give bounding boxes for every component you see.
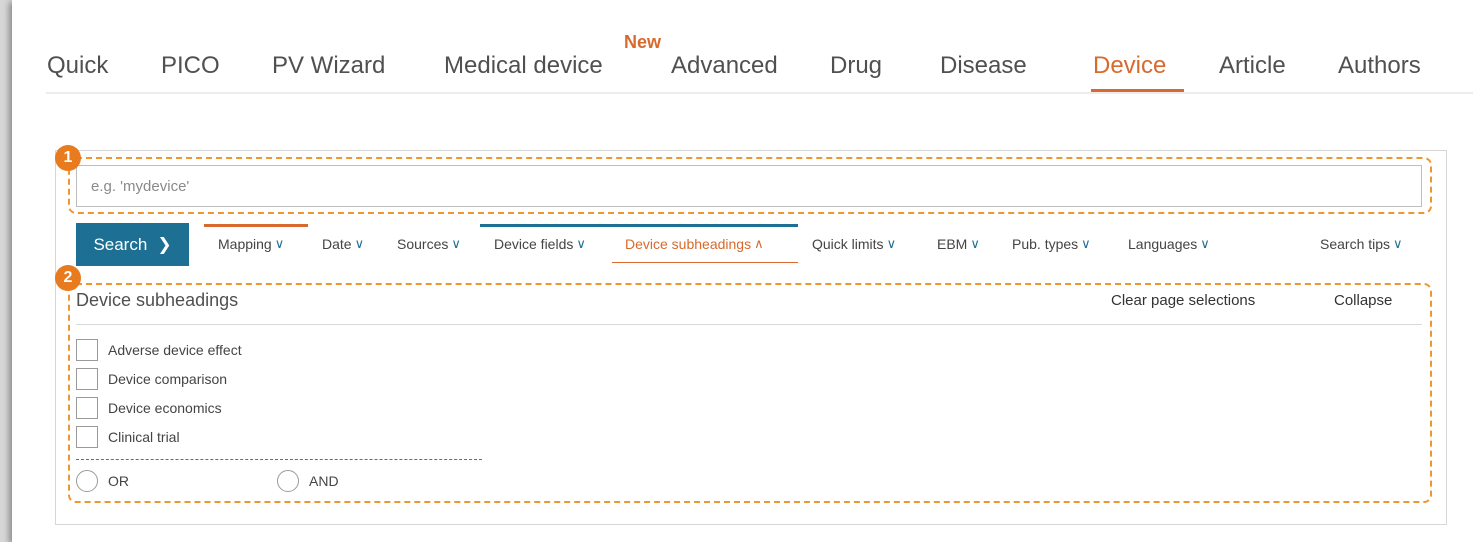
chevron-right-icon: ❯: [157, 234, 172, 254]
filter-ebm[interactable]: EBM ∨: [937, 236, 984, 252]
search-tips[interactable]: Search tips ∨: [1320, 236, 1407, 252]
filter-label: Device fields: [494, 236, 574, 252]
filter-label: Languages: [1128, 236, 1198, 252]
filter-label: Pub. types: [1012, 236, 1079, 252]
collapse-link[interactable]: Collapse: [1334, 292, 1392, 309]
filter-label: Device subheadings: [625, 236, 752, 252]
tab-medical-device[interactable]: Medical device: [444, 52, 603, 80]
filter-label: Search tips: [1320, 236, 1391, 252]
option-label: Device economics: [108, 400, 222, 416]
tab-quick[interactable]: Quick: [47, 52, 108, 80]
tab-pico[interactable]: PICO: [161, 52, 220, 80]
chevron-down-icon: ∨: [1081, 236, 1091, 251]
section-title: Device subheadings: [76, 290, 239, 310]
filter-device-fields[interactable]: Device fields ∨: [494, 236, 590, 252]
filter-pub-types[interactable]: Pub. types ∨: [1012, 236, 1095, 252]
filter-device-subheadings[interactable]: Device subheadings ∧: [625, 236, 768, 252]
filter-label: Mapping: [218, 236, 272, 252]
tab-drug[interactable]: Drug: [830, 52, 882, 80]
options-separator: [76, 459, 482, 460]
open-filter-underline: [612, 262, 798, 263]
clear-selections-link[interactable]: Clear page selections: [1111, 292, 1255, 309]
filter-mapping[interactable]: Mapping ∨: [218, 236, 289, 252]
search-type-tabs: New Quick PICO PV Wizard Medical device …: [12, 0, 1473, 94]
filter-label: Quick limits: [812, 236, 884, 252]
device-filters-bar: [480, 224, 798, 227]
chevron-down-icon: ∨: [354, 236, 365, 251]
operator-label: OR: [108, 473, 129, 489]
filter-sources[interactable]: Sources ∨: [397, 236, 465, 252]
chevron-down-icon: ∨: [886, 236, 897, 251]
chevron-down-icon: ∨: [576, 236, 586, 251]
tab-pv-wizard[interactable]: PV Wizard: [272, 52, 385, 80]
search-button-label: Search: [93, 234, 148, 254]
chevron-down-icon: ∨: [274, 236, 285, 251]
option-label: Clinical trial: [108, 429, 180, 445]
filter-quick-limits[interactable]: Quick limits ∨: [812, 236, 901, 252]
operator-and[interactable]: AND: [277, 470, 339, 492]
filter-date[interactable]: Date ∨: [322, 236, 369, 252]
search-button[interactable]: Search ❯: [76, 223, 189, 266]
filter-label: EBM: [937, 236, 968, 252]
subheading-option[interactable]: Device comparison: [76, 368, 227, 390]
callout-marker-2: 2: [55, 265, 81, 291]
callout-marker-1: 1: [55, 145, 81, 171]
filter-label: Sources: [397, 236, 449, 252]
chevron-down-icon: ∨: [1200, 236, 1210, 251]
radio-button[interactable]: [76, 470, 98, 492]
tab-device[interactable]: Device: [1093, 52, 1166, 80]
checkbox[interactable]: [76, 397, 98, 419]
new-badge: New: [624, 32, 662, 52]
chevron-down-icon: ∨: [451, 236, 461, 251]
section-divider: [76, 324, 1422, 325]
option-label: Adverse device effect: [108, 342, 242, 358]
chevron-down-icon: ∨: [1393, 236, 1403, 251]
tabs-divider: [46, 92, 1473, 94]
subheading-option[interactable]: Adverse device effect: [76, 339, 242, 361]
operator-or[interactable]: OR: [76, 470, 129, 492]
checkbox[interactable]: [76, 339, 98, 361]
tab-advanced[interactable]: Advanced: [671, 52, 778, 80]
filter-languages[interactable]: Languages ∨: [1128, 236, 1214, 252]
checkbox[interactable]: [76, 426, 98, 448]
option-label: Device comparison: [108, 371, 228, 387]
filter-label: Date: [322, 236, 352, 252]
subheading-option[interactable]: Clinical trial: [76, 426, 180, 448]
mapping-active-bar: [204, 224, 308, 227]
search-input[interactable]: [76, 165, 1422, 207]
operator-label: AND: [309, 473, 339, 489]
radio-button[interactable]: [277, 470, 299, 492]
chevron-down-icon: ∨: [970, 236, 980, 251]
chevron-up-icon: ∧: [754, 236, 764, 251]
highlight-subheadings: [68, 283, 1432, 503]
active-tab-indicator: [1091, 89, 1184, 92]
tab-authors[interactable]: Authors: [1338, 52, 1421, 80]
checkbox[interactable]: [76, 368, 98, 390]
subheading-option[interactable]: Device economics: [76, 397, 222, 419]
tab-article[interactable]: Article: [1219, 52, 1286, 80]
tab-disease[interactable]: Disease: [940, 52, 1027, 80]
